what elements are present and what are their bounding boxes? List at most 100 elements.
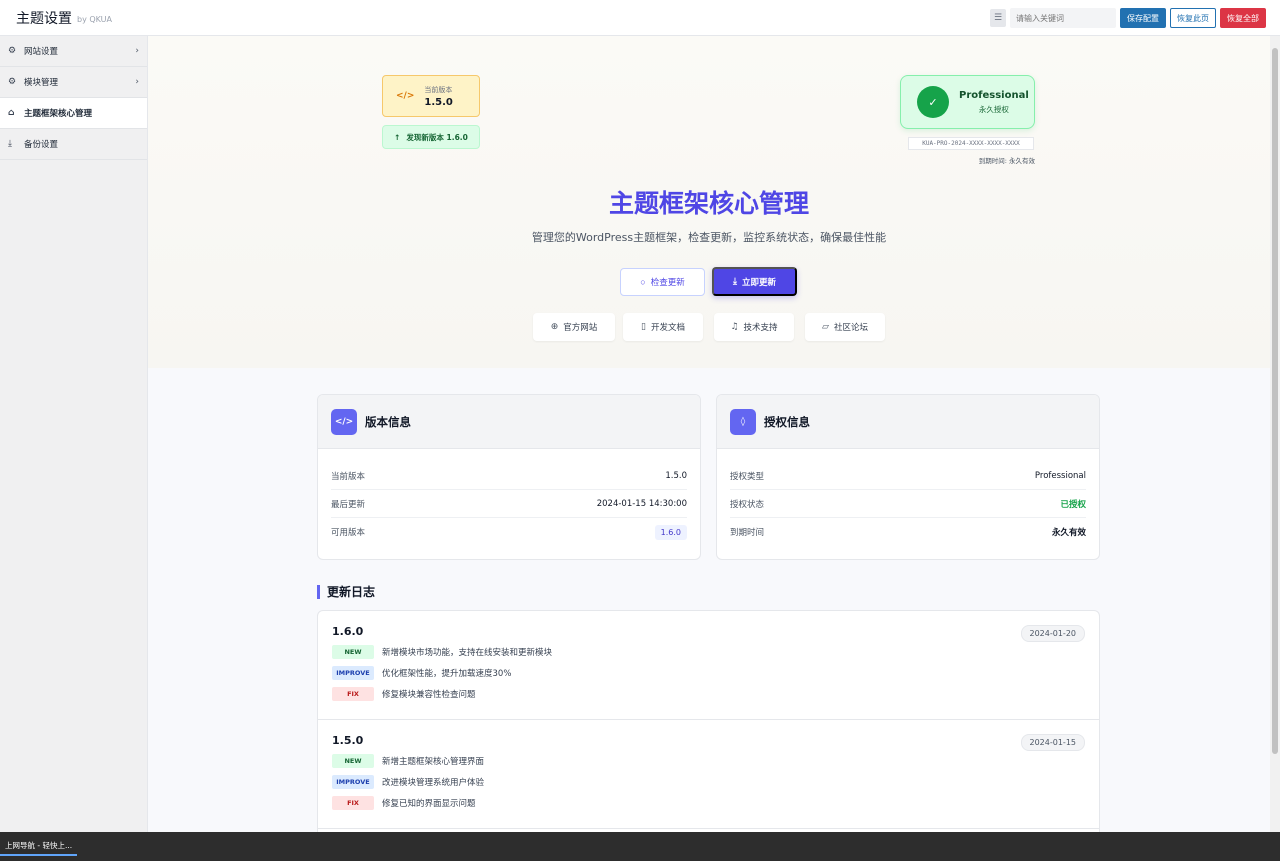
sidebar-item-label: 网站设置 [24,47,59,57]
chevron-right-icon: › [135,77,139,87]
info-row: 授权类型 Professional [730,462,1086,490]
list-item: IMPROVE 改进模块管理系统用户体验 [332,775,1085,789]
hero-subtitle: 管理您的WordPress主题框架，检查更新，监控系统状态，确保最佳性能 [531,231,887,244]
update-now-label: 立即更新 [741,276,776,287]
taskbar-item-label: 上网导航 - 轻快上... [5,840,73,850]
card-title: 授权信息 [764,414,810,429]
code-icon: </> [396,91,415,101]
sidebar-item-backup-settings[interactable]: ⤓ 备份设置 [0,129,147,160]
changelog-list: 1.6.0 2024-01-20 NEW 新增模块市场功能，支持在线安装和更新模… [317,610,1100,832]
support-link[interactable]: ♫ 技术支持 [714,313,794,341]
row-value: Professional [1034,470,1086,481]
changelog-entry: 1.5.0 2024-01-15 NEW 新增主题框架核心管理界面 IMPROV… [318,720,1099,829]
official-site-link[interactable]: ⊕ 官方网站 [533,313,615,341]
info-row: 当前版本 1.5.0 [331,462,687,490]
tag-fix: FIX [332,687,374,701]
license-key: KUA-PRO-2024-XXXX-XXXX-XXXX [908,137,1034,150]
sidebar: ⚙ 网站设置 › ⚙ 模块管理 › ⌂ 主题框架核心管理 ⤓ 备份设置 [0,36,148,832]
entry-date: 2024-01-20 [1020,625,1085,642]
sidebar-item-core-management[interactable]: ⌂ 主题框架核心管理 [0,98,147,129]
license-status-card: ✓ Professional 永久授权 [900,75,1035,129]
list-item: FIX 修复已知的界面显示问题 [332,796,1085,810]
headset-icon: ♫ [730,322,739,332]
page-title: 主题设置 [16,10,72,27]
restore-page-button[interactable]: 恢复此页 [1170,8,1216,28]
current-version-label: 当前版本 [424,85,453,94]
card-header: ◊ 授权信息 [717,395,1099,449]
card-title: 版本信息 [365,414,411,429]
changelog-entry: 1.6.0 2024-01-20 NEW 新增模块市场功能，支持在线安装和更新模… [318,611,1099,720]
taskbar-item[interactable]: 上网导航 - 轻快上... [0,836,78,856]
item-text: 优化框架性能，提升加载速度30% [382,669,512,679]
list-item: IMPROVE 优化框架性能，提升加载速度30% [332,666,1085,680]
list-item: NEW 新增模块市场功能，支持在线安装和更新模块 [332,645,1085,659]
brand-credit: by QKUA [77,14,113,24]
license-info-card: ◊ 授权信息 授权类型 Professional 授权状态 已授权 到期时间 永… [716,394,1100,560]
cogs-icon: ⚙ [8,46,17,56]
globe-icon: ⊕ [550,322,559,332]
tag-new: NEW [332,754,374,768]
version-info-card: </> 版本信息 当前版本 1.5.0 最后更新 2024-01-15 14:3… [317,394,701,560]
license-status-value: 已授权 [1060,499,1086,510]
row-value: 2024-01-15 14:30:00 [596,498,687,509]
item-text: 新增模块市场功能，支持在线安装和更新模块 [382,648,553,658]
row-value: 永久有效 [1051,528,1086,538]
sidebar-item-site-settings[interactable]: ⚙ 网站设置 › [0,36,147,67]
row-key: 可用版本 [331,528,366,538]
row-key: 最后更新 [331,499,366,510]
list-item: NEW 新增主题框架核心管理界面 [332,754,1085,768]
link-label: 社区论坛 [833,323,868,333]
scrollbar-thumb[interactable] [1272,48,1278,754]
link-label: 官方网站 [563,323,598,333]
forum-link[interactable]: ▱ 社区论坛 [805,313,885,341]
new-version-label: 发现新版本 1.6.0 [406,132,468,142]
refresh-icon: ○ [640,277,646,287]
sidebar-item-label: 主题框架核心管理 [24,109,93,119]
license-name: Professional [959,89,1029,101]
license-sub: 永久授权 [978,104,1009,114]
list-icon[interactable]: ☰ [990,9,1006,27]
code-icon: </> [331,408,357,435]
info-row: 授权状态 已授权 [730,490,1086,518]
shield-icon: ◊ [730,408,756,435]
chevron-right-icon: › [135,46,139,56]
check-update-button[interactable]: ○ 检查更新 [620,268,705,296]
search-input[interactable] [1010,8,1116,28]
save-button[interactable]: 保存配置 [1120,8,1166,28]
current-version-badge: </> 当前版本 1.5.0 [382,75,480,117]
top-bar: 主题设置 by QKUA ☰ 保存配置 恢复此页 恢复全部 [0,0,1280,36]
tag-fix: FIX [332,796,374,810]
info-row: 可用版本 1.6.0 [331,518,687,546]
sidebar-item-module-management[interactable]: ⚙ 模块管理 › [0,67,147,98]
item-text: 修复已知的界面显示问题 [382,799,476,809]
list-item: FIX 修复模块兼容性检查问题 [332,687,1085,701]
vertical-scrollbar[interactable] [1270,36,1280,832]
main-content: </> 当前版本 1.5.0 ↑ 发现新版本 1.6.0 ✓ Professio… [148,36,1270,832]
link-label: 开发文档 [650,323,685,333]
item-text: 新增主题框架核心管理界面 [382,757,485,767]
item-text: 改进模块管理系统用户体验 [382,778,485,788]
row-key: 授权状态 [730,499,765,510]
arrow-up-icon: ↑ [394,132,401,142]
info-row: 最后更新 2024-01-15 14:30:00 [331,490,687,518]
tag-new: NEW [332,645,374,659]
entry-date: 2024-01-15 [1020,734,1085,751]
download-icon: ⤓ [8,139,12,149]
restore-all-button[interactable]: 恢复全部 [1220,8,1266,28]
new-version-badge[interactable]: ↑ 发现新版本 1.6.0 [382,125,480,149]
hero-title: 主题框架核心管理 [608,189,809,218]
license-expire: 到期时间: 永久有效 [978,157,1035,165]
current-version-value: 1.5.0 [424,96,453,108]
tag-improve: IMPROVE [332,666,374,680]
item-text: 修复模块兼容性检查问题 [382,690,476,700]
entry-version: 1.6.0 [332,625,364,638]
docs-link[interactable]: ▯ 开发文档 [623,313,703,341]
forum-icon: ▱ [822,322,829,332]
update-now-button[interactable]: ⤓ 立即更新 [712,267,797,296]
entry-version: 1.5.0 [332,734,364,747]
changelog-title: 更新日志 [317,585,375,599]
taskbar: 上网导航 - 轻快上... [0,832,1280,861]
row-key: 授权类型 [730,471,765,482]
link-label: 技术支持 [743,323,778,333]
info-row: 到期时间 永久有效 [730,518,1086,546]
